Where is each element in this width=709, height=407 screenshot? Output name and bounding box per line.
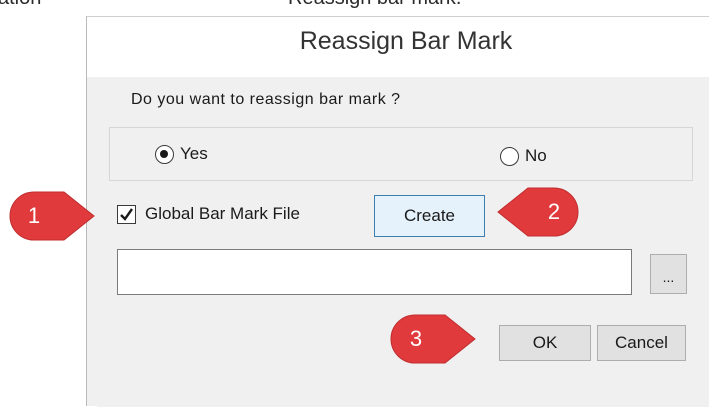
callout-1: 1 xyxy=(8,190,100,246)
dialog-titlebar[interactable]: Reassign Bar Mark xyxy=(87,17,709,77)
create-button[interactable]: Create xyxy=(374,195,485,237)
caption-left-text: ation xyxy=(0,0,41,9)
reassign-radio-group: Yes No xyxy=(109,127,693,181)
callout-2-number: 2 xyxy=(547,199,561,224)
radio-yes[interactable]: Yes xyxy=(155,144,208,164)
caption-right-text: Reassign bar mark. xyxy=(288,0,461,9)
callout-1-number: 1 xyxy=(27,203,41,228)
radio-no-indicator[interactable] xyxy=(500,146,519,166)
checkbox-label[interactable]: Global Bar Mark File xyxy=(145,204,300,224)
question-label: Do you want to reassign bar mark ? xyxy=(131,91,401,108)
radio-yes-label[interactable]: Yes xyxy=(180,144,208,164)
browse-button[interactable]: ... xyxy=(650,254,687,294)
callout-2: 2 xyxy=(492,186,584,242)
bar-mark-file-input[interactable] xyxy=(117,249,632,295)
radio-no-label[interactable]: No xyxy=(525,146,547,166)
radio-yes-indicator[interactable] xyxy=(155,144,174,164)
cancel-button[interactable]: Cancel xyxy=(597,325,686,361)
ok-button[interactable]: OK xyxy=(499,325,591,361)
radio-no[interactable]: No xyxy=(500,146,547,166)
document-caption: ation Reassign bar mark. xyxy=(0,0,709,9)
global-bar-mark-checkbox[interactable]: Global Bar Mark File xyxy=(117,204,300,224)
checkbox-check-icon[interactable] xyxy=(117,204,136,224)
callout-3-number: 3 xyxy=(409,326,423,351)
callout-3: 3 xyxy=(389,313,481,369)
dialog-title: Reassign Bar Mark xyxy=(299,27,513,55)
